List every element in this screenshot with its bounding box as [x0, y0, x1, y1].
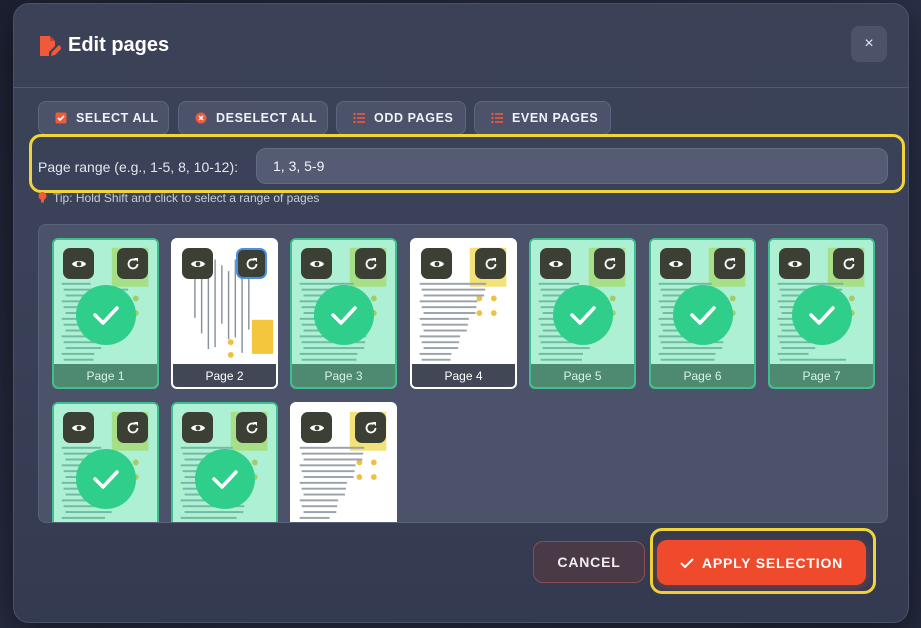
page-grid: Page 1 Page 2 Page 3 Page 4 Page 5 Page 6 Page… — [38, 224, 888, 523]
rotate-icon — [365, 421, 376, 433]
rotate-icon — [485, 257, 496, 269]
deselect-all-button[interactable]: DESELECT ALL — [178, 101, 328, 135]
preview-button[interactable] — [63, 248, 94, 279]
cancel-button[interactable]: CANCEL — [533, 541, 645, 583]
rotate-button[interactable] — [594, 248, 625, 279]
checkmark-badge — [553, 285, 613, 345]
page-thumbnail[interactable]: Page 6 — [649, 238, 756, 389]
page-thumbnail[interactable] — [171, 402, 278, 522]
close-icon: × — [864, 35, 874, 52]
apply-selection-label: APPLY SELECTION — [701, 554, 844, 571]
checkmark-icon — [680, 557, 694, 568]
page-label: Page 4 — [412, 364, 515, 387]
checkmark-badge — [673, 285, 733, 345]
preview-button[interactable] — [182, 248, 213, 279]
preview-button[interactable] — [63, 412, 94, 443]
eye-icon — [190, 260, 205, 267]
preview-button[interactable] — [301, 248, 332, 279]
page-label: Page 3 — [292, 364, 395, 387]
apply-selection-button[interactable]: APPLY SELECTION — [657, 540, 866, 585]
rotate-icon — [604, 257, 615, 269]
checkmark-icon — [212, 470, 238, 489]
page-label: Page 1 — [54, 364, 157, 387]
rotate-icon — [843, 257, 854, 269]
preview-button[interactable] — [421, 248, 452, 279]
eye-icon — [429, 260, 444, 267]
odd-pages-button[interactable]: ODD PAGES — [336, 101, 466, 135]
rotate-button[interactable] — [117, 248, 148, 279]
page-thumbnail[interactable]: Page 4 — [410, 238, 517, 389]
file-edit-icon — [40, 36, 61, 56]
rotate-button[interactable] — [714, 248, 745, 279]
page-thumbnail[interactable]: Page 7 — [768, 238, 875, 389]
page-thumbnail[interactable]: Page 5 — [529, 238, 636, 389]
checkmark-icon — [331, 306, 357, 325]
rotate-icon — [246, 257, 257, 269]
close-button[interactable]: × — [851, 26, 887, 62]
eye-icon — [668, 260, 683, 267]
eye-icon — [787, 260, 802, 267]
checkmark-icon — [93, 470, 119, 489]
page-thumbnail[interactable] — [52, 402, 159, 522]
eye-icon — [548, 260, 563, 267]
x-circle-icon — [195, 112, 207, 124]
page-range-label: Page range (e.g., 1-5, 8, 10-12): — [38, 159, 239, 175]
checkmark-badge — [314, 285, 374, 345]
modal-header: Edit pages × — [13, 3, 909, 88]
rotate-button[interactable] — [475, 248, 506, 279]
eye-icon — [190, 424, 205, 431]
eye-icon — [309, 424, 324, 431]
rotate-icon — [127, 421, 138, 433]
list-icon — [491, 112, 503, 124]
lightbulb-icon — [38, 192, 47, 203]
page-label: Page 6 — [651, 364, 754, 387]
rotate-icon — [246, 421, 257, 433]
rotate-button[interactable] — [833, 248, 864, 279]
preview-button[interactable] — [301, 412, 332, 443]
checkmark-icon — [570, 306, 596, 325]
checkmark-badge — [792, 285, 852, 345]
preview-button[interactable] — [660, 248, 691, 279]
page-thumbnail[interactable]: Page 3 — [290, 238, 397, 389]
rotate-button[interactable] — [236, 412, 267, 443]
deselect-all-label: DESELECT ALL — [216, 111, 318, 125]
rotate-button[interactable] — [117, 412, 148, 443]
page-label: Page 5 — [531, 364, 634, 387]
eye-icon — [71, 260, 86, 267]
page-label: Page 2 — [173, 364, 276, 387]
rotate-icon — [724, 257, 735, 269]
even-pages-button[interactable]: EVEN PAGES — [474, 101, 611, 135]
checkmark-badge — [76, 285, 136, 345]
modal-title: Edit pages — [68, 34, 170, 56]
rotate-icon — [127, 257, 138, 269]
list-icon — [353, 112, 365, 124]
select-all-button[interactable]: SELECT ALL — [38, 101, 169, 135]
preview-button[interactable] — [540, 248, 571, 279]
eye-icon — [71, 424, 86, 431]
even-pages-label: EVEN PAGES — [512, 111, 599, 125]
page-thumbnail[interactable]: Page 2 — [171, 238, 278, 389]
checkmark-badge — [76, 449, 136, 509]
page-thumbnail[interactable]: Page 1 — [52, 238, 159, 389]
odd-pages-label: ODD PAGES — [374, 111, 454, 125]
page-thumbnail[interactable] — [290, 402, 397, 522]
select-all-label: SELECT ALL — [76, 111, 159, 125]
checkbox-checked-icon — [55, 112, 67, 124]
checkmark-badge — [195, 449, 255, 509]
rotate-icon — [365, 257, 376, 269]
checkmark-icon — [690, 306, 716, 325]
checkmark-icon — [93, 306, 119, 325]
rotate-button[interactable] — [236, 248, 267, 279]
page-label: Page 7 — [770, 364, 873, 387]
eye-icon — [309, 260, 324, 267]
preview-button[interactable] — [182, 412, 213, 443]
checkmark-icon — [809, 306, 835, 325]
page-range-input[interactable]: 1, 3, 5-9 — [256, 148, 888, 184]
tip-text: Tip: Hold Shift and click to select a ra… — [38, 191, 319, 205]
tip-label: Tip: Hold Shift and click to select a ra… — [53, 191, 320, 205]
preview-button[interactable] — [779, 248, 810, 279]
rotate-button[interactable] — [355, 248, 386, 279]
rotate-button[interactable] — [355, 412, 386, 443]
